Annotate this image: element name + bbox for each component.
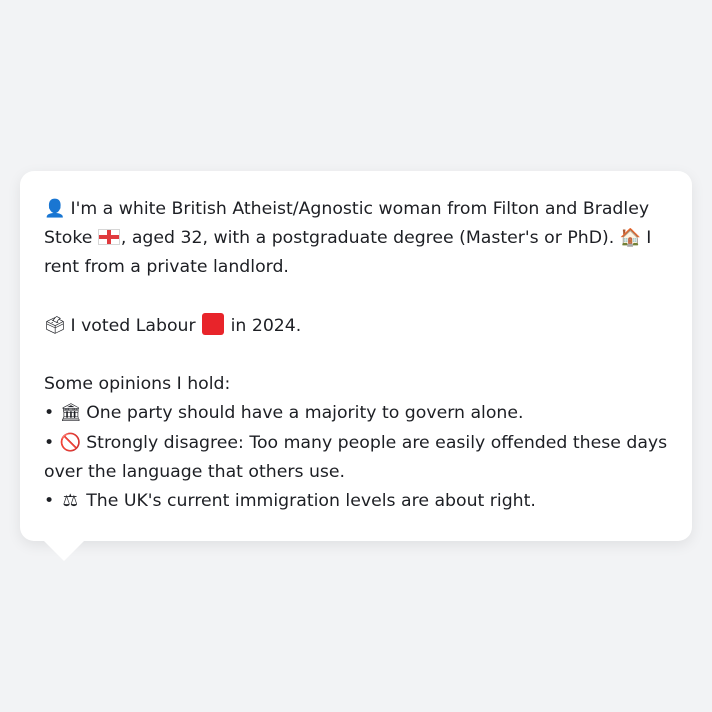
- intro-text-2: , aged 32, with a postgraduate degree (M…: [120, 228, 620, 249]
- opinion-text: One party should have a majority to gove…: [80, 403, 524, 424]
- opinion-text: Strongly disagree: Too many people are e…: [44, 432, 668, 482]
- bullet-marker: •: [44, 491, 55, 511]
- speech-bubble: 👤 I'm a white British Atheist/Agnostic w…: [20, 171, 692, 561]
- person-silhouette-icon: 👤: [44, 199, 66, 219]
- ballot-box-icon: 🗳: [44, 315, 66, 336]
- profile-intro: 👤 I'm a white British Atheist/Agnostic w…: [44, 195, 668, 283]
- opinion-item: • 🚫 Strongly disagree: Too many people a…: [44, 429, 668, 487]
- bullet-marker: •: [44, 403, 55, 424]
- england-flag-icon: [97, 229, 120, 246]
- opinion-text: The UK's current immigration levels are …: [80, 491, 536, 511]
- opinion-item: • 🏛 One party should have a majority to …: [44, 399, 668, 428]
- classical-building-icon: 🏛: [59, 403, 82, 424]
- vote-text-before: I voted Labour: [65, 315, 202, 336]
- house-icon: 🏠: [619, 228, 642, 249]
- opinion-item: • ⚖ The UK's current immigration levels …: [44, 487, 668, 516]
- vote-text-after: in 2024.: [225, 315, 302, 336]
- bullet-marker: •: [44, 432, 55, 453]
- vote-line: 🗳 I voted Labour in 2024.: [44, 312, 668, 341]
- balance-scale-icon: ⚖: [62, 491, 78, 511]
- opinions-heading: Some opinions I hold:: [44, 374, 231, 395]
- prohibited-icon: 🚫: [59, 432, 82, 453]
- red-square-icon: [202, 312, 225, 335]
